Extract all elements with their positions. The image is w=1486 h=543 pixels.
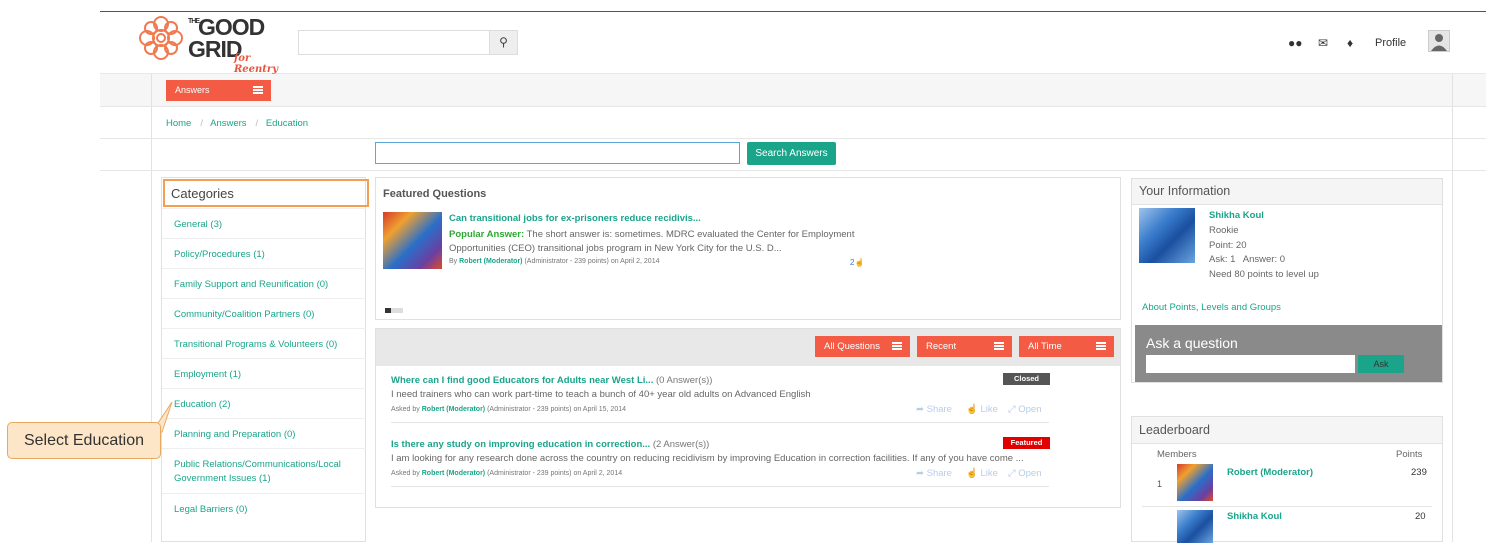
- answer-search-input[interactable]: [375, 142, 740, 164]
- question-author-1[interactable]: Robert (Moderator): [422, 406, 485, 413]
- user-avatar-icon[interactable]: [1428, 30, 1450, 52]
- featured-likes[interactable]: 2☝: [850, 258, 864, 267]
- category-planning[interactable]: Planning and Preparation (0): [162, 418, 366, 448]
- featured-meta-text: (Administrator - 239 points) on April 2,…: [524, 258, 660, 265]
- leaderboard-points-1: 239: [1411, 467, 1427, 478]
- category-legal-barriers[interactable]: Legal Barriers (0): [162, 493, 366, 523]
- featured-answer-line2: Opportunities (CEO) transitional jobs pr…: [449, 243, 782, 254]
- question-body-2: I am looking for any research done acros…: [391, 453, 1024, 464]
- question-title-1[interactable]: Where can I find good Educators for Adul…: [391, 375, 712, 386]
- breadcrumb-education[interactable]: Education: [266, 118, 308, 129]
- category-employment[interactable]: Employment (1): [162, 358, 366, 388]
- open-button-2[interactable]: ⤢ Open: [1008, 468, 1042, 479]
- question-list-panel: All Questions Recent All Time Where can …: [375, 328, 1121, 508]
- status-badge-featured: Featured: [1003, 437, 1050, 449]
- flower-logo-icon: [139, 16, 183, 60]
- question-title-2[interactable]: Is there any study on improving educatio…: [391, 439, 709, 450]
- header-search[interactable]: ⚲: [298, 30, 518, 55]
- leaderboard-panel: Leaderboard Members Points 1 Robert (Mod…: [1131, 416, 1443, 543]
- leaderboard-name-1[interactable]: Robert (Moderator): [1227, 467, 1313, 478]
- search-answers-button[interactable]: Search Answers: [747, 142, 836, 165]
- user-rank: Rookie: [1209, 225, 1239, 236]
- leaderboard-avatar-2: [1177, 510, 1213, 543]
- ask-question-box: Ask a question Ask: [1135, 325, 1442, 382]
- status-badge-closed: Closed: [1003, 373, 1050, 385]
- user-ask-answer: Ask: 1 Answer: 0: [1209, 254, 1286, 265]
- your-information-panel: Your Information Shikha Koul Rookie Poin…: [1131, 178, 1443, 383]
- ask-question-title: Ask a question: [1146, 335, 1238, 351]
- question-author-2[interactable]: Robert (Moderator): [422, 470, 485, 477]
- logo-tagline: for Reentry: [234, 53, 279, 75]
- site-logo[interactable]: THEGOOD GRID for Reentry: [137, 14, 297, 75]
- ask-question-input[interactable]: [1146, 355, 1355, 373]
- leaderboard-members-header: Members: [1157, 449, 1197, 460]
- featured-answer-line1: The short answer is: sometimes. MDRC eva…: [526, 229, 855, 240]
- mail-icon[interactable]: ✉: [1318, 36, 1328, 50]
- featured-questions-panel: Featured Questions Can transitional jobs…: [375, 177, 1121, 320]
- points-levels-link[interactable]: About Points, Levels and Groups: [1142, 302, 1281, 313]
- open-button-1[interactable]: ⤢ Open: [1008, 404, 1042, 415]
- leaderboard-avatar-1: [1177, 464, 1213, 501]
- filter-all-questions[interactable]: All Questions: [815, 336, 910, 357]
- your-information-title: Your Information: [1132, 179, 1442, 205]
- user-name-link[interactable]: Shikha Koul: [1209, 210, 1264, 221]
- leaderboard-points-2: 20: [1415, 511, 1426, 522]
- question-answer-count-1: (0 Answer(s)): [655, 375, 713, 386]
- user-photo: [1139, 208, 1195, 263]
- featured-question-link[interactable]: Can transitional jobs for ex-prisoners r…: [449, 213, 701, 224]
- categories-panel: Categories General (3) Policy/Procedures…: [161, 177, 369, 542]
- profile-link[interactable]: Profile: [1375, 37, 1406, 49]
- question-body-1: I need trainers who can work part-time t…: [391, 389, 811, 400]
- leaderboard-rank-1: 1: [1157, 479, 1163, 489]
- logo-the: THE: [188, 18, 200, 25]
- question-meta-2: Asked by Robert (Moderator) (Administrat…: [391, 470, 623, 477]
- filter-all-time[interactable]: All Time: [1019, 336, 1114, 357]
- featured-author-link[interactable]: Robert (Moderator): [459, 258, 522, 265]
- popular-answer-label: Popular Answer:: [449, 229, 525, 240]
- category-transitional[interactable]: Transitional Programs & Volunteers (0): [162, 328, 366, 358]
- featured-title: Featured Questions: [383, 188, 487, 200]
- search-icon[interactable]: ⚲: [489, 31, 517, 54]
- answers-menu-label: Answers: [175, 85, 210, 95]
- carousel-pager[interactable]: [385, 308, 403, 313]
- answers-menu-band: [100, 74, 1486, 107]
- category-policy[interactable]: Policy/Procedures (1): [162, 238, 366, 268]
- breadcrumb: Home / Answers / Education: [166, 118, 309, 129]
- category-community[interactable]: Community/Coalition Partners (0): [162, 298, 366, 328]
- category-family-support[interactable]: Family Support and Reunification (0): [162, 268, 366, 298]
- featured-answer: Popular Answer: The short answer is: som…: [449, 228, 855, 256]
- ask-button[interactable]: Ask: [1358, 355, 1404, 373]
- category-general[interactable]: General (3): [162, 208, 366, 238]
- question-answer-count-2: (2 Answer(s)): [652, 439, 710, 450]
- categories-title: Categories: [163, 179, 369, 207]
- leaderboard-name-2[interactable]: Shikha Koul: [1227, 511, 1282, 522]
- breadcrumb-home[interactable]: Home: [166, 118, 191, 129]
- share-button-1[interactable]: ➦ Share: [916, 404, 952, 415]
- category-education[interactable]: Education (2): [162, 388, 366, 418]
- menu-icon: [253, 86, 263, 94]
- like-button-2[interactable]: ☝ Like: [966, 468, 998, 479]
- leaderboard-points-header: Points: [1396, 449, 1423, 460]
- featured-meta: By Robert (Moderator) (Administrator - 2…: [449, 258, 660, 265]
- user-level-note: Need 80 points to level up: [1209, 269, 1319, 280]
- like-button-1[interactable]: ☝ Like: [966, 404, 998, 415]
- answers-menu-button[interactable]: Answers: [166, 80, 271, 101]
- share-button-2[interactable]: ➦ Share: [916, 468, 952, 479]
- select-education-callout: Select Education: [7, 422, 161, 459]
- user-points: Point: 20: [1209, 240, 1247, 251]
- group-icon[interactable]: ●●: [1288, 36, 1303, 50]
- leaderboard-title: Leaderboard: [1132, 417, 1442, 444]
- bell-icon[interactable]: ♦: [1347, 36, 1353, 50]
- breadcrumb-answers[interactable]: Answers: [210, 118, 246, 129]
- filter-bar: All Questions Recent All Time: [376, 329, 1120, 366]
- question-meta-1: Asked by Robert (Moderator) (Administrat…: [391, 406, 626, 413]
- category-public-relations[interactable]: Public Relations/Communications/Local Go…: [162, 448, 366, 493]
- filter-recent[interactable]: Recent: [917, 336, 1012, 357]
- featured-thumbnail: [383, 212, 442, 269]
